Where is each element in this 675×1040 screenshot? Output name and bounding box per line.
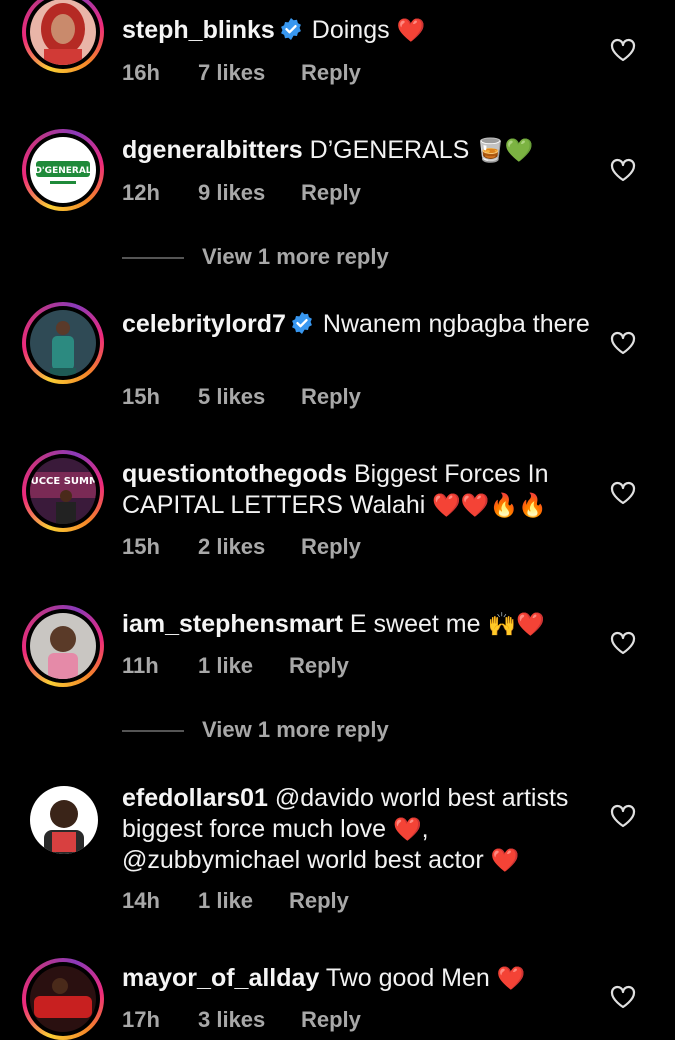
timestamp: 16h bbox=[122, 60, 160, 85]
divider-line bbox=[122, 257, 184, 260]
username[interactable]: dgeneralbitters bbox=[122, 136, 303, 164]
username[interactable]: mayor_of_allday bbox=[122, 964, 319, 992]
comment-body: steph_blinks Doings ❤️ bbox=[122, 15, 592, 46]
heart-outline-icon[interactable] bbox=[610, 38, 636, 62]
comment-body: celebritylord7 Nwanem ngbagba there bbox=[122, 309, 592, 340]
likes-count[interactable]: 9 likes bbox=[198, 180, 301, 206]
view-more-label: View 1 more reply bbox=[202, 717, 389, 742]
comment-meta: 11h 1 like Reply bbox=[122, 653, 349, 679]
heart-outline-icon[interactable] bbox=[610, 158, 636, 182]
reply-button[interactable]: Reply bbox=[301, 1007, 361, 1033]
likes-count[interactable]: 3 likes bbox=[198, 1007, 301, 1033]
timestamp: 15h bbox=[122, 534, 160, 559]
comment-body: mayor_of_allday Two good Men ❤️ bbox=[122, 963, 592, 994]
view-more-replies-button[interactable]: View 1 more reply bbox=[122, 244, 389, 270]
avatar[interactable]: SUCCE SUMMI bbox=[22, 450, 104, 532]
likes-count[interactable]: 2 likes bbox=[198, 534, 301, 560]
comment-meta: 14h 1 like Reply bbox=[122, 888, 349, 914]
username[interactable]: celebritylord7 bbox=[122, 310, 286, 338]
avatar[interactable] bbox=[22, 958, 104, 1040]
avatar[interactable] bbox=[22, 0, 104, 73]
heart-outline-icon[interactable] bbox=[610, 331, 636, 355]
emoji: ❤️ bbox=[490, 847, 520, 873]
heart-outline-icon[interactable] bbox=[610, 804, 636, 828]
reply-button[interactable]: Reply bbox=[289, 888, 349, 914]
view-more-label: View 1 more reply bbox=[202, 244, 389, 269]
reply-button[interactable]: Reply bbox=[289, 653, 349, 679]
avatar[interactable] bbox=[30, 786, 98, 854]
emoji: ❤️ bbox=[392, 816, 422, 842]
comment-meta: 12h 9 likes Reply bbox=[122, 180, 361, 206]
emoji: 🙌❤️ bbox=[487, 611, 545, 637]
avatar[interactable] bbox=[22, 302, 104, 384]
timestamp: 14h bbox=[122, 888, 160, 913]
avatar-logo-text: D'GENERAL bbox=[34, 166, 91, 176]
view-more-replies-button[interactable]: View 1 more reply bbox=[122, 717, 389, 743]
username[interactable]: iam_stephensmart bbox=[122, 610, 343, 638]
emoji: ❤️ bbox=[496, 965, 526, 991]
likes-count[interactable]: 7 likes bbox=[198, 60, 301, 86]
username[interactable]: questiontothegods bbox=[122, 460, 347, 488]
verified-badge-icon bbox=[280, 18, 301, 40]
comment-meta: 17h 3 likes Reply bbox=[122, 1007, 361, 1033]
comment-meta: 15h 2 likes Reply bbox=[122, 534, 361, 560]
reply-button[interactable]: Reply bbox=[301, 534, 361, 560]
reply-button[interactable]: Reply bbox=[301, 384, 361, 410]
likes-count[interactable]: 5 likes bbox=[198, 384, 301, 410]
comment-text: Doings bbox=[311, 16, 390, 44]
reply-button[interactable]: Reply bbox=[301, 60, 361, 86]
timestamp: 12h bbox=[122, 180, 160, 205]
comment-body: dgeneralbitters D’GENERALS 🥃💚 bbox=[122, 135, 592, 166]
timestamp: 17h bbox=[122, 1007, 160, 1032]
username[interactable]: efedollars01 bbox=[122, 784, 268, 812]
comment-body: efedollars01 @davido world best artists … bbox=[122, 783, 592, 876]
comment-text: Nwanem ngbagba there bbox=[322, 310, 590, 338]
timestamp: 15h bbox=[122, 384, 160, 409]
divider-line bbox=[122, 730, 184, 733]
comment-meta: 16h 7 likes Reply bbox=[122, 60, 361, 86]
emoji: 🥃💚 bbox=[476, 137, 534, 163]
comment-body: questiontothegods Biggest Forces In CAPI… bbox=[122, 459, 592, 521]
timestamp: 11h bbox=[122, 653, 159, 678]
emoji: ❤️❤️🔥🔥 bbox=[432, 492, 547, 518]
comment-text: D’GENERALS bbox=[309, 136, 470, 164]
avatar[interactable] bbox=[22, 605, 104, 687]
heart-outline-icon[interactable] bbox=[610, 481, 636, 505]
comment-body: iam_stephensmart E sweet me 🙌❤️ bbox=[122, 609, 592, 640]
verified-badge-icon bbox=[292, 312, 312, 334]
avatar[interactable]: D'GENERAL bbox=[22, 129, 104, 211]
heart-outline-icon[interactable] bbox=[610, 631, 636, 655]
comment-text: E sweet me bbox=[349, 610, 481, 638]
comment-meta: 15h 5 likes Reply bbox=[122, 384, 361, 410]
username[interactable]: steph_blinks bbox=[122, 16, 275, 44]
likes-count[interactable]: 1 like bbox=[198, 888, 289, 914]
reply-button[interactable]: Reply bbox=[301, 180, 361, 206]
emoji: ❤️ bbox=[396, 17, 426, 43]
avatar-logo-text: SUCCE SUMMI bbox=[30, 476, 96, 487]
comment-text: Two good Men bbox=[325, 964, 490, 992]
heart-outline-icon[interactable] bbox=[610, 985, 636, 1009]
likes-count[interactable]: 1 like bbox=[198, 653, 289, 679]
